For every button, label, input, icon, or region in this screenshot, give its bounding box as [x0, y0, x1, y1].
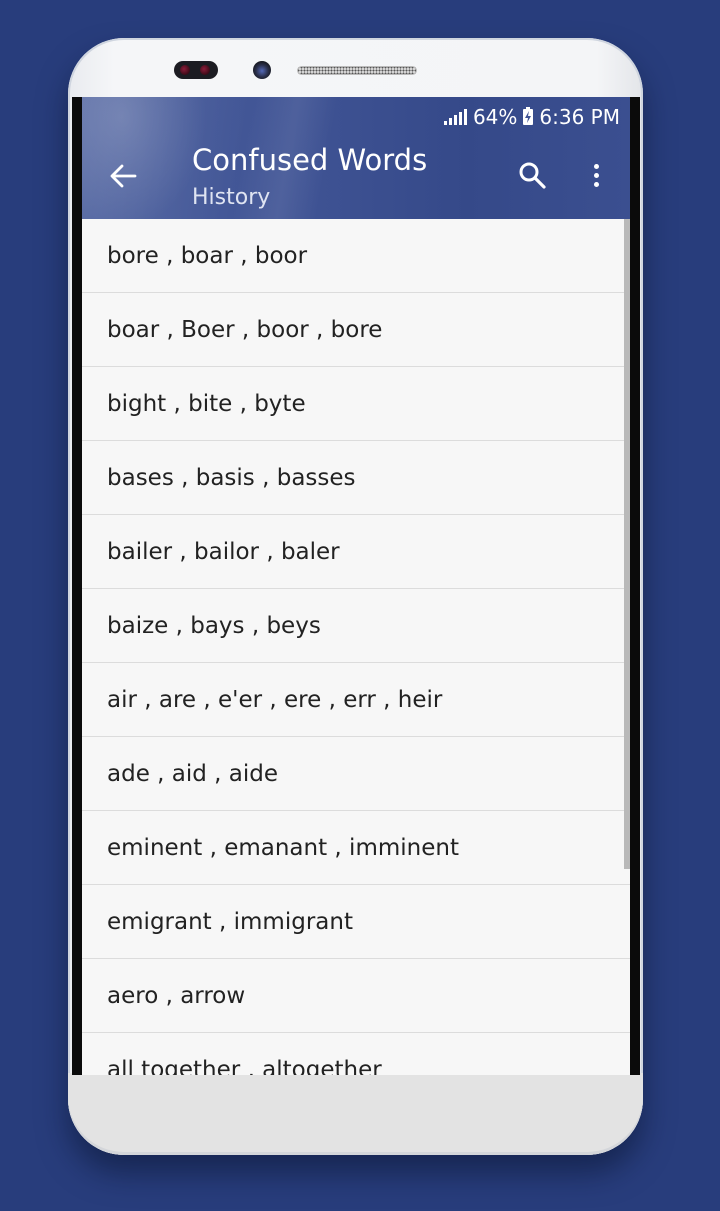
app-bar: 64% 6:36 PM Confused Words History [82, 97, 630, 219]
list-item[interactable]: bore , boar , boor [82, 219, 630, 293]
list-item[interactable]: aero , arrow [82, 959, 630, 1033]
list-item[interactable]: emigrant , immigrant [82, 885, 630, 959]
phone-screen: 64% 6:36 PM Confused Words History bore … [72, 97, 640, 1075]
status-bar: 64% 6:36 PM [443, 103, 620, 131]
search-button[interactable] [516, 159, 548, 191]
app-window: 64% 6:36 PM Confused Words History bore … [82, 97, 630, 1075]
history-list: bore , boar , boor boar , Boer , boor , … [82, 219, 630, 1075]
list-item[interactable]: bases , basis , basses [82, 441, 630, 515]
battery-charging-icon [523, 107, 534, 125]
proximity-sensor [174, 61, 218, 79]
front-camera [253, 61, 271, 79]
page-subtitle: History [192, 185, 271, 210]
earpiece-speaker [297, 66, 417, 75]
search-icon [519, 162, 546, 189]
list-item[interactable]: boar , Boer , boor , bore [82, 293, 630, 367]
clock: 6:36 PM [539, 105, 620, 129]
back-button[interactable] [108, 161, 138, 191]
cellular-signal-icon [443, 109, 467, 125]
list-item[interactable]: eminent , emanant , imminent [82, 811, 630, 885]
battery-percent: 64% [472, 105, 518, 129]
list-item[interactable]: ade , aid , aide [82, 737, 630, 811]
arrow-left-icon [110, 164, 137, 188]
more-vertical-icon [593, 163, 599, 169]
page-title: Confused Words [192, 143, 428, 177]
list-item[interactable]: bailer , bailor , baler [82, 515, 630, 589]
more-options-button[interactable] [586, 159, 606, 191]
scrollbar[interactable] [624, 219, 630, 869]
list-item[interactable]: air , are , e'er , ere , err , heir [82, 663, 630, 737]
list-item[interactable]: bight , bite , byte [82, 367, 630, 441]
list-item[interactable]: baize , bays , beys [82, 589, 630, 663]
list-item[interactable]: all together , altogether [82, 1033, 630, 1076]
